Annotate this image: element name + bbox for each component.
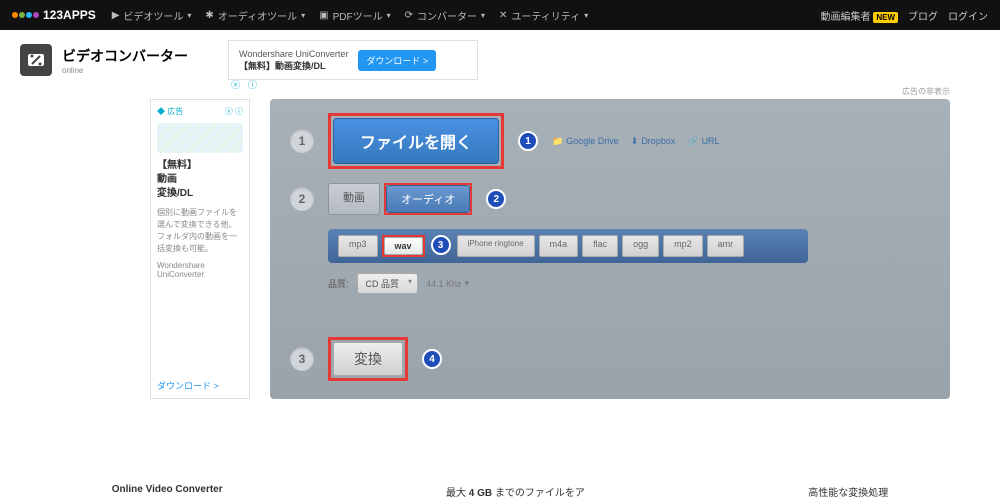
nav-converter[interactable]: ⟳ コンバーター ▾	[405, 8, 485, 23]
media-type-tabs: 動画 オーディオ	[328, 183, 472, 215]
nav-video-editor[interactable]: 動画編集者 NEW	[821, 8, 898, 23]
logo-dots-icon	[12, 12, 39, 18]
page-header: ビデオコンバーター online Wondershare UniConverte…	[20, 40, 980, 80]
format-ringtone[interactable]: iPhone ringtone	[457, 235, 535, 257]
annotation-box-3: wav	[382, 235, 425, 257]
page-title: ビデオコンバーター	[62, 46, 188, 66]
annotation-callout-2: 2	[486, 189, 506, 209]
ad-close-icon[interactable]: ⓧ	[225, 107, 233, 116]
format-flac[interactable]: flac	[582, 235, 618, 257]
chevron-down-icon: ▾	[584, 11, 588, 20]
quality-row: 品質: CD 品質 44.1 Khz ▾	[328, 273, 930, 294]
converter-panel: 1 ファイルを開く 1 📁 Google Drive ⬇ Dropbox 🔗 U…	[270, 99, 950, 399]
tab-video[interactable]: 動画	[328, 183, 380, 215]
nav-audio-tools[interactable]: ✱ オーディオツール ▾	[205, 8, 305, 23]
nav-login[interactable]: ログイン	[948, 8, 988, 23]
chevron-down-icon: ▾	[301, 11, 305, 20]
convert-button[interactable]: 変換	[333, 342, 403, 376]
format-ogg[interactable]: ogg	[622, 235, 659, 257]
footer-title: Online Video Converter	[112, 484, 223, 499]
footer-performance: 高性能な変換処理	[808, 484, 888, 499]
format-amr[interactable]: amr	[707, 235, 745, 257]
nav-video-tools[interactable]: ▶ ビデオツール ▾	[112, 8, 192, 23]
format-mp3[interactable]: mp3	[338, 235, 378, 257]
ad-description: 個別に動画ファイルを選んで変換できる他、フォルダ内の動画を一括変換も可能。	[157, 207, 243, 255]
horizontal-ad[interactable]: Wondershare UniConverter 【無料】動画変換/DL ダウン…	[228, 40, 478, 80]
nav-blog[interactable]: ブログ	[908, 8, 938, 23]
step-1: 1 ファイルを開く 1 📁 Google Drive ⬇ Dropbox 🔗 U…	[290, 113, 930, 169]
main-nav: ▶ ビデオツール ▾ ✱ オーディオツール ▾ ▣ PDFツール ▾ ⟳ コンバ…	[112, 8, 589, 23]
annotation-box-2: オーディオ	[384, 183, 472, 215]
ad-close-icon[interactable]: ⓧ	[231, 78, 240, 91]
annotation-callout-3: 3	[431, 235, 451, 255]
topbar: 123APPS ▶ ビデオツール ▾ ✱ オーディオツール ▾ ▣ PDFツール…	[0, 0, 1000, 30]
step-number-1: 1	[290, 129, 314, 153]
format-selector: mp3 wav 3 iPhone ringtone m4a flac ogg m…	[328, 229, 808, 263]
google-drive-link[interactable]: 📁 Google Drive	[552, 136, 619, 147]
brand-logo[interactable]: 123APPS	[12, 8, 96, 22]
step-3: 3 変換 4	[290, 337, 930, 381]
step-2: 2 動画 オーディオ 2	[290, 183, 930, 215]
right-nav: 動画編集者 NEW ブログ ログイン	[821, 8, 988, 23]
ad-controls: ⓧ ⓘ	[231, 78, 257, 91]
ad-download-link[interactable]: ダウンロード >	[157, 379, 243, 392]
format-m4a[interactable]: m4a	[539, 235, 579, 257]
ad-text: Wondershare UniConverter 【無料】動画変換/DL	[239, 49, 348, 72]
nav-pdf-tools[interactable]: ▣ PDFツール ▾	[319, 8, 390, 23]
cloud-source-links: 📁 Google Drive ⬇ Dropbox 🔗 URL	[552, 136, 720, 147]
chevron-down-icon: ▾	[481, 11, 485, 20]
ad-image	[157, 123, 243, 153]
url-link[interactable]: 🔗 URL	[687, 136, 719, 147]
quality-select[interactable]: CD 品質	[357, 273, 419, 294]
annotation-box-4: 変換	[328, 337, 408, 381]
tab-audio[interactable]: オーディオ	[386, 185, 470, 213]
app-icon	[20, 44, 52, 76]
chevron-down-icon: ▾	[387, 11, 391, 20]
format-wav[interactable]: wav	[384, 237, 423, 255]
new-badge: NEW	[873, 12, 898, 23]
chevron-down-icon: ▾	[187, 11, 191, 20]
ad-info-icon[interactable]: ⓘ	[248, 78, 257, 91]
nav-utility[interactable]: ✕ ユーティリティ ▾	[499, 8, 588, 23]
frequency-display: 44.1 Khz ▾	[426, 278, 469, 289]
ad-download-button[interactable]: ダウンロード >	[358, 50, 436, 71]
step-number-3: 3	[290, 347, 314, 371]
format-mp2[interactable]: mp2	[663, 235, 703, 257]
ad-headline: 【無料】 動画 変換/DL	[157, 159, 243, 201]
dropbox-link[interactable]: ⬇ Dropbox	[631, 136, 676, 147]
open-file-button[interactable]: ファイルを開く	[333, 118, 499, 164]
ad-brand: Wondershare UniConverter	[157, 261, 243, 279]
brand-text: 123APPS	[43, 8, 96, 22]
annotation-callout-4: 4	[422, 349, 442, 369]
annotation-callout-1: 1	[518, 131, 538, 151]
ad-brand-icon: ◆ 広告	[157, 106, 183, 117]
footer-filesize: 最大 4 GB までのファイルをア	[446, 484, 585, 499]
ad-info-icon[interactable]: ⓘ	[235, 107, 243, 116]
sidebar-ad[interactable]: ◆ 広告 ⓧ ⓘ 【無料】 動画 変換/DL 個別に動画ファイルを選んで変換できる…	[150, 99, 250, 399]
quality-label: 品質:	[328, 277, 349, 290]
footer: Online Video Converter 最大 4 GB までのファイルをア…	[0, 484, 1000, 499]
annotation-box-1: ファイルを開く	[328, 113, 504, 169]
chevron-down-icon[interactable]: ▾	[465, 278, 470, 289]
step-number-2: 2	[290, 187, 314, 211]
ad-disclaimer-link[interactable]: 広告の非表示	[20, 86, 950, 97]
page-subtitle: online	[62, 66, 188, 75]
